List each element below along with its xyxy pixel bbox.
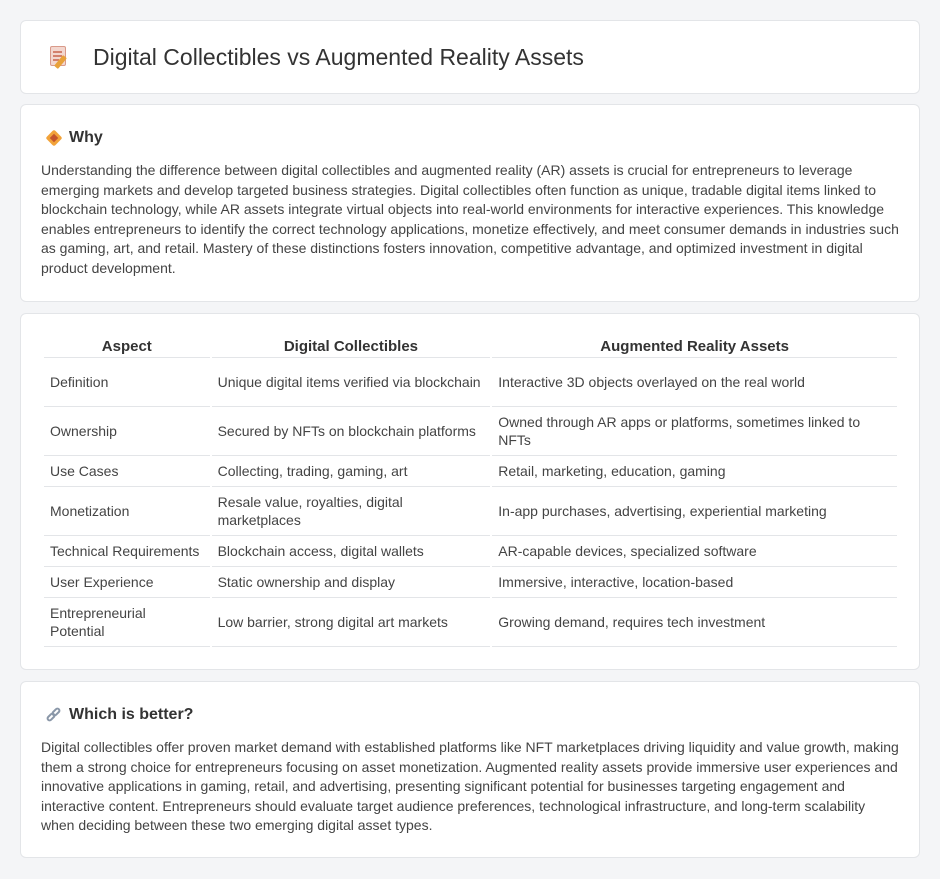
which-better-heading: Which is better? — [69, 706, 194, 723]
table-cell: Entrepreneurial Potential — [44, 598, 210, 647]
table-row: Use Cases Collecting, trading, gaming, a… — [44, 456, 897, 487]
header-digital-collectibles: Digital Collectibles — [211, 334, 491, 358]
table-cell: Retail, marketing, education, gaming — [492, 456, 897, 487]
why-text: Understanding the difference between dig… — [41, 162, 899, 276]
table-cell: Blockchain access, digital wallets — [211, 536, 491, 567]
table-row: Technical Requirements Blockchain access… — [44, 536, 897, 567]
table-header-row: Aspect Digital Collectibles Augmented Re… — [44, 334, 897, 358]
table-cell: Immersive, interactive, location-based — [492, 567, 897, 598]
header-ar-assets: Augmented Reality Assets — [492, 334, 897, 358]
table-cell: Resale value, royalties, digital marketp… — [211, 487, 491, 536]
table-cell: Owned through AR apps or platforms, some… — [492, 407, 897, 456]
why-heading: Why — [69, 129, 103, 146]
table-cell: User Experience — [44, 567, 210, 598]
table-row: Entrepreneurial Potential Low barrier, s… — [44, 598, 897, 647]
header-aspect: Aspect — [44, 334, 210, 358]
table-cell: Low barrier, strong digital art markets — [211, 598, 491, 647]
title-card: Digital Collectibles vs Augmented Realit… — [20, 20, 920, 94]
page-title: Digital Collectibles vs Augmented Realit… — [93, 43, 584, 70]
which-better-text: Digital collectibles offer proven market… — [41, 739, 899, 833]
table-cell: Ownership — [44, 407, 210, 456]
table-cell: Unique digital items verified via blockc… — [211, 358, 491, 407]
diamond-icon — [45, 129, 63, 147]
table-cell: AR-capable devices, specialized software — [492, 536, 897, 567]
table-row: Ownership Secured by NFTs on blockchain … — [44, 407, 897, 456]
document-pencil-icon — [47, 44, 73, 70]
why-section: Why Understanding the difference between… — [20, 104, 920, 302]
table-row: Monetization Resale value, royalties, di… — [44, 487, 897, 536]
comparison-table: Aspect Digital Collectibles Augmented Re… — [42, 334, 899, 647]
table-cell: In-app purchases, advertising, experient… — [492, 487, 897, 536]
link-icon — [45, 706, 63, 724]
table-cell: Interactive 3D objects overlayed on the … — [492, 358, 897, 407]
table-cell: Collecting, trading, gaming, art — [211, 456, 491, 487]
table-cell: Static ownership and display — [211, 567, 491, 598]
table-cell: Secured by NFTs on blockchain platforms — [211, 407, 491, 456]
table-row: Definition Unique digital items verified… — [44, 358, 897, 407]
table-row: User Experience Static ownership and dis… — [44, 567, 897, 598]
table-cell: Definition — [44, 358, 210, 407]
table-cell: Monetization — [44, 487, 210, 536]
which-better-section: Which is better? Digital collectibles of… — [20, 681, 920, 858]
table-cell: Technical Requirements — [44, 536, 210, 567]
table-cell: Use Cases — [44, 456, 210, 487]
comparison-card: Aspect Digital Collectibles Augmented Re… — [20, 313, 920, 670]
table-cell: Growing demand, requires tech investment — [492, 598, 897, 647]
